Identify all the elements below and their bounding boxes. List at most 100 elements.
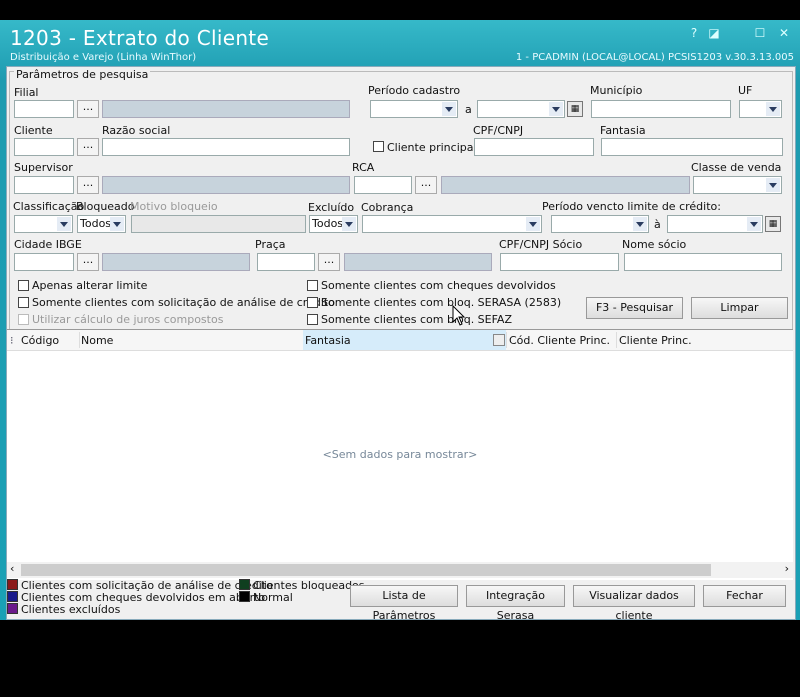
- cliente-input[interactable]: [14, 138, 74, 156]
- calendar-icon[interactable]: ▦: [765, 216, 781, 232]
- grid-header: ⁝ Código Nome Fantasia Cód. Cliente Prin…: [7, 330, 793, 351]
- rca-input[interactable]: [354, 176, 412, 194]
- chevron-down-icon: [747, 217, 761, 231]
- filial-description: [102, 100, 350, 118]
- praca-lookup-button[interactable]: ...: [318, 253, 340, 271]
- filial-input[interactable]: [14, 100, 74, 118]
- session-status: 1 - PCADMIN (LOCAL@LOCAL) PCSIS1203 v.30…: [515, 52, 794, 63]
- uf-select[interactable]: [739, 100, 782, 118]
- legend-swatch: [7, 603, 18, 614]
- legend-swatch: [7, 591, 18, 602]
- fechar-button[interactable]: Fechar: [703, 585, 786, 607]
- praca-input[interactable]: [257, 253, 315, 271]
- main-window: 1203 - Extrato do Cliente Distribuição e…: [0, 20, 800, 622]
- cobranca-label: Cobrança: [361, 201, 414, 214]
- empty-grid-message: <Sem dados para mostrar>: [322, 448, 478, 461]
- column-header-cliente-princ[interactable]: Cliente Princ.: [619, 334, 692, 347]
- cpf-cnpj-socio-label: CPF/CNPJ Sócio: [499, 238, 583, 251]
- pesquisar-button[interactable]: F3 - Pesquisar: [586, 297, 683, 319]
- bloqueado-label: Bloqueado: [76, 200, 135, 213]
- cliente-principal-label: Cliente principal: [387, 141, 477, 154]
- fantasia-input[interactable]: [601, 138, 783, 156]
- visualizar-dados-button[interactable]: Visualizar dados cliente: [573, 585, 695, 622]
- bloq-sefaz-checkbox[interactable]: [307, 314, 318, 325]
- integracao-serasa-button[interactable]: Integração Serasa: [466, 585, 565, 622]
- praca-description: [344, 253, 492, 271]
- cpf-cnpj-input[interactable]: [474, 138, 594, 156]
- chevron-down-icon: [526, 217, 540, 231]
- legend-label: Clientes excluídos: [21, 603, 121, 616]
- row-indicator-icon: ⁝: [10, 334, 14, 347]
- apenas-alterar-limite-checkbox[interactable]: [18, 280, 29, 291]
- window-subtitle: Distribuição e Varejo (Linha WinThor): [10, 52, 197, 63]
- rca-label: RCA: [352, 161, 375, 174]
- municipio-input[interactable]: [591, 100, 731, 118]
- cheques-devolvidos-checkbox[interactable]: [307, 280, 318, 291]
- praca-label: Praça: [255, 238, 286, 251]
- supervisor-lookup-button[interactable]: ...: [77, 176, 99, 194]
- calendar-icon[interactable]: ▦: [567, 101, 583, 117]
- filter-icon[interactable]: [493, 334, 505, 346]
- column-header-nome[interactable]: Nome: [81, 334, 113, 347]
- uf-label: UF: [738, 84, 753, 97]
- close-icon[interactable]: ✕: [776, 26, 792, 40]
- razao-social-input[interactable]: [102, 138, 350, 156]
- help-icon[interactable]: ?: [686, 26, 702, 40]
- scrollbar-thumb[interactable]: [21, 564, 711, 576]
- lista-parametros-button[interactable]: Lista de Parâmetros: [350, 585, 458, 622]
- cpf-cnpj-label: CPF/CNPJ: [473, 124, 524, 137]
- column-separator: [616, 332, 617, 348]
- cheques-devolvidos-label: Somente clientes com cheques devolvidos: [321, 279, 556, 292]
- cidade-ibge-description: [102, 253, 250, 271]
- maximize-icon[interactable]: ☐: [752, 26, 768, 40]
- bloq-serasa-label: Somente clientes com bloq. SERASA (2583): [321, 296, 562, 309]
- cobranca-select[interactable]: [362, 215, 542, 233]
- classificacao-label: Classificação: [13, 200, 85, 213]
- cidade-ibge-label: Cidade IBGE: [14, 238, 82, 251]
- cliente-label: Cliente: [14, 124, 53, 137]
- cpf-cnpj-socio-input[interactable]: [500, 253, 619, 271]
- apenas-alterar-limite-label: Apenas alterar limite: [32, 279, 148, 292]
- chevron-down-icon: [442, 102, 456, 116]
- chevron-down-icon: [766, 178, 780, 192]
- periodo-cadastro-start[interactable]: [370, 100, 458, 118]
- scroll-left-icon[interactable]: ‹: [10, 562, 14, 575]
- municipio-label: Município: [590, 84, 643, 97]
- nome-socio-input[interactable]: [624, 253, 782, 271]
- fantasia-label: Fantasia: [600, 124, 646, 137]
- scroll-right-icon[interactable]: ›: [785, 562, 789, 575]
- legend-item: Normal: [239, 591, 293, 604]
- filial-lookup-button[interactable]: ...: [77, 100, 99, 118]
- bloq-serasa-checkbox[interactable]: [307, 297, 318, 308]
- periodo-vencto-end[interactable]: [667, 215, 763, 233]
- horizontal-scrollbar[interactable]: ‹ ›: [7, 562, 793, 578]
- results-grid[interactable]: ⁝ Código Nome Fantasia Cód. Cliente Prin…: [7, 329, 793, 580]
- bloqueado-select[interactable]: Todos: [77, 215, 126, 233]
- periodo-vencto-start[interactable]: [551, 215, 649, 233]
- column-header-fantasia[interactable]: Fantasia: [305, 334, 351, 347]
- cliente-principal-checkbox[interactable]: [373, 141, 384, 152]
- periodo-cadastro-end[interactable]: [477, 100, 565, 118]
- supervisor-label: Supervisor: [14, 161, 73, 174]
- excluido-select[interactable]: Todos: [309, 215, 358, 233]
- juros-compostos-checkbox: [18, 314, 29, 325]
- juros-compostos-label: Utilizar cálculo de juros compostos: [32, 313, 224, 326]
- cliente-lookup-button[interactable]: ...: [77, 138, 99, 156]
- mouse-cursor-icon: [452, 305, 466, 326]
- cidade-ibge-input[interactable]: [14, 253, 74, 271]
- supervisor-input[interactable]: [14, 176, 74, 194]
- limpar-button[interactable]: Limpar: [691, 297, 788, 319]
- legend-swatch: [7, 579, 18, 590]
- chevron-down-icon: [549, 102, 563, 116]
- classe-venda-select[interactable]: [693, 176, 782, 194]
- window-title: 1203 - Extrato do Cliente: [10, 26, 270, 50]
- classe-venda-label: Classe de venda: [691, 161, 782, 174]
- cidade-ibge-lookup-button[interactable]: ...: [77, 253, 99, 271]
- rca-lookup-button[interactable]: ...: [415, 176, 437, 194]
- restore-icon[interactable]: ◪: [706, 26, 722, 40]
- column-header-cod-cliente-princ[interactable]: Cód. Cliente Princ.: [509, 334, 610, 347]
- classificacao-select[interactable]: [14, 215, 73, 233]
- solicitacao-analise-checkbox[interactable]: [18, 297, 29, 308]
- column-header-codigo[interactable]: Código: [21, 334, 59, 347]
- excluido-value: Todos: [312, 217, 344, 230]
